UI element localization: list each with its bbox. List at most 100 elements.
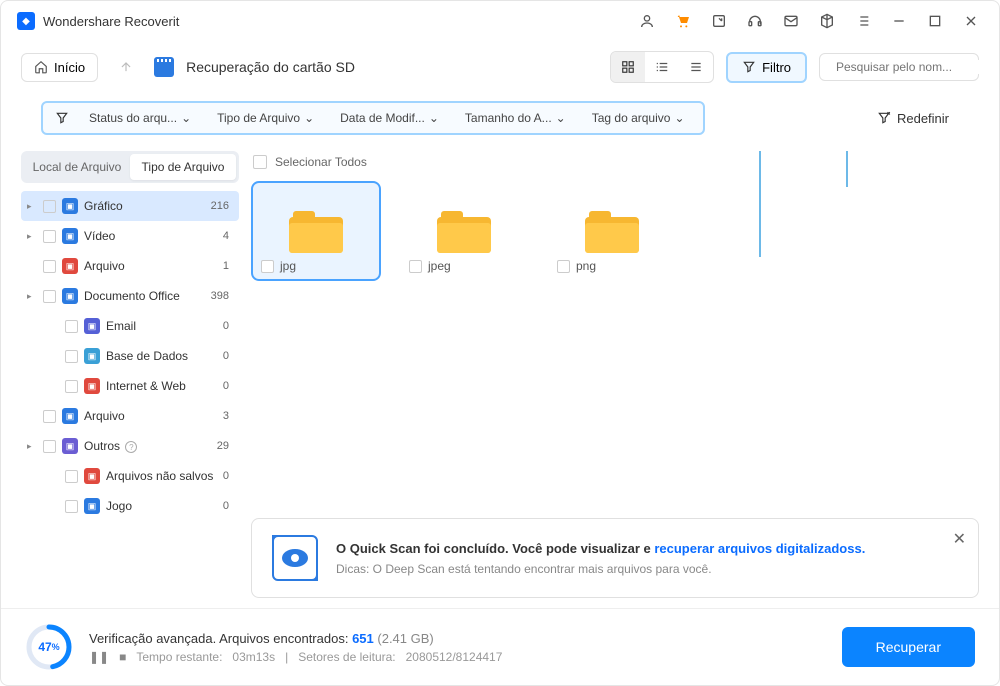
tree-item[interactable]: ▸ ▣ Outros ? 29 bbox=[21, 431, 239, 461]
chevron-down-icon: ⌄ bbox=[556, 111, 566, 125]
tree-checkbox[interactable] bbox=[43, 440, 56, 453]
tree-checkbox[interactable] bbox=[65, 470, 78, 483]
filter-type[interactable]: Tipo de Arquivo ⌄ bbox=[211, 109, 320, 127]
tree-count: 398 bbox=[211, 290, 233, 302]
select-all-label: Selecionar Todos bbox=[275, 155, 367, 169]
filter-tag[interactable]: Tag do arquivo ⌄ bbox=[586, 109, 691, 127]
tree-count: 3 bbox=[223, 410, 233, 422]
tree-label: Outros ? bbox=[84, 439, 211, 454]
list-icon[interactable] bbox=[851, 9, 875, 33]
tree-count: 0 bbox=[223, 320, 233, 332]
funnel-icon bbox=[742, 60, 756, 74]
recover-button[interactable]: Recuperar bbox=[842, 627, 975, 667]
folder-checkbox[interactable] bbox=[261, 260, 274, 273]
notice-close-icon[interactable]: ✕ bbox=[953, 529, 966, 549]
tree-item[interactable]: ▣ Arquivo 1 bbox=[21, 251, 239, 281]
filter-size[interactable]: Tamanho do A... ⌄ bbox=[459, 109, 572, 127]
tree-checkbox[interactable] bbox=[65, 350, 78, 363]
files-found-count: 651 bbox=[352, 631, 374, 646]
tree-item[interactable]: ▣ Base de Dados 0 bbox=[21, 341, 239, 371]
tree-item[interactable]: ▣ Internet & Web 0 bbox=[21, 371, 239, 401]
search-box[interactable] bbox=[819, 53, 979, 81]
chevron-down-icon: ⌄ bbox=[674, 111, 684, 125]
progress-ring: 47% bbox=[25, 623, 73, 671]
tree-label: Arquivos não salvos bbox=[106, 469, 217, 483]
export-icon[interactable] bbox=[707, 9, 731, 33]
home-icon bbox=[34, 60, 48, 74]
folder-card[interactable]: jpg bbox=[251, 181, 381, 281]
up-arrow-icon bbox=[119, 60, 133, 74]
tree-checkbox[interactable] bbox=[43, 260, 56, 273]
folder-grid: jpg jpeg png bbox=[251, 181, 979, 281]
tree-checkbox[interactable] bbox=[65, 500, 78, 513]
scan-notice: O Quick Scan foi concluído. Você pode vi… bbox=[251, 518, 979, 598]
file-type-tree: ▸ ▣ Gráfico 216 ▸ ▣ Vídeo 4 ▣ Arquivo 1 … bbox=[21, 191, 239, 608]
view-list-detail[interactable] bbox=[645, 52, 679, 82]
reset-button[interactable]: Redefinir bbox=[867, 105, 959, 132]
select-all-checkbox[interactable] bbox=[253, 155, 267, 169]
view-list[interactable] bbox=[679, 52, 713, 82]
toolbar: Início Recuperação do cartão SD Filtro bbox=[1, 41, 999, 93]
funnel-icon bbox=[55, 111, 69, 125]
home-button[interactable]: Início bbox=[21, 53, 98, 82]
maximize-icon[interactable] bbox=[923, 9, 947, 33]
category-icon: ▣ bbox=[62, 438, 78, 454]
recover-link[interactable]: recuperar arquivos digitalizadoss. bbox=[654, 541, 865, 556]
folder-checkbox[interactable] bbox=[409, 260, 422, 273]
mail-icon[interactable] bbox=[779, 9, 803, 33]
tree-checkbox[interactable] bbox=[65, 320, 78, 333]
filter-status[interactable]: Status do arqu... ⌄ bbox=[83, 109, 197, 127]
main: Local de Arquivo Tipo de Arquivo ▸ ▣ Grá… bbox=[1, 151, 999, 608]
tree-item[interactable]: ▣ Email 0 bbox=[21, 311, 239, 341]
filter-button[interactable]: Filtro bbox=[726, 52, 807, 83]
tree-checkbox[interactable] bbox=[43, 200, 56, 213]
minimize-icon[interactable] bbox=[887, 9, 911, 33]
tree-count: 0 bbox=[223, 470, 233, 482]
account-icon[interactable] bbox=[635, 9, 659, 33]
tree-checkbox[interactable] bbox=[43, 410, 56, 423]
tree-item[interactable]: ▣ Arquivo 3 bbox=[21, 401, 239, 431]
tab-type[interactable]: Tipo de Arquivo bbox=[130, 154, 236, 180]
notice-tip: Dicas: O Deep Scan está tentando encontr… bbox=[336, 562, 865, 576]
pause-button[interactable]: ❚❚ bbox=[89, 650, 109, 664]
view-grid[interactable] bbox=[611, 52, 645, 82]
category-icon: ▣ bbox=[62, 258, 78, 274]
view-switch bbox=[610, 51, 714, 83]
tree-label: Arquivo bbox=[84, 259, 217, 273]
tab-location[interactable]: Local de Arquivo bbox=[24, 154, 130, 180]
tree-item[interactable]: ▸ ▣ Gráfico 216 bbox=[21, 191, 239, 221]
scan-eye-icon bbox=[272, 535, 318, 581]
select-all-row[interactable]: Selecionar Todos bbox=[251, 151, 979, 181]
tree-count: 216 bbox=[211, 200, 233, 212]
tree-item[interactable]: ▸ ▣ Vídeo 4 bbox=[21, 221, 239, 251]
tree-item[interactable]: ▣ Jogo 0 bbox=[21, 491, 239, 521]
tree-checkbox[interactable] bbox=[43, 290, 56, 303]
up-button[interactable] bbox=[110, 51, 142, 83]
tree-label: Internet & Web bbox=[106, 379, 217, 393]
tree-checkbox[interactable] bbox=[65, 380, 78, 393]
cube-icon[interactable] bbox=[815, 9, 839, 33]
tree-checkbox[interactable] bbox=[43, 230, 56, 243]
tree-count: 4 bbox=[223, 230, 233, 242]
cart-icon[interactable] bbox=[671, 9, 695, 33]
files-found-size: (2.41 GB) bbox=[377, 631, 433, 646]
tree-item[interactable]: ▸ ▣ Documento Office 398 bbox=[21, 281, 239, 311]
tree-label: Email bbox=[106, 319, 217, 333]
annotation-arrow bbox=[846, 151, 848, 187]
filter-group: Status do arqu... ⌄ Tipo de Arquivo ⌄ Da… bbox=[41, 101, 705, 135]
close-icon[interactable] bbox=[959, 9, 983, 33]
folder-checkbox[interactable] bbox=[557, 260, 570, 273]
tree-label: Jogo bbox=[106, 499, 217, 513]
notice-text: O Quick Scan foi concluído. Você pode vi… bbox=[336, 541, 865, 576]
headset-icon[interactable] bbox=[743, 9, 767, 33]
stop-button[interactable]: ■ bbox=[119, 650, 126, 664]
category-icon: ▣ bbox=[84, 378, 100, 394]
folder-card[interactable]: jpeg bbox=[399, 181, 529, 281]
chevron-down-icon: ⌄ bbox=[304, 111, 314, 125]
folder-card[interactable]: png bbox=[547, 181, 677, 281]
tree-item[interactable]: ▣ Arquivos não salvos 0 bbox=[21, 461, 239, 491]
search-input[interactable] bbox=[836, 60, 991, 74]
filter-modified[interactable]: Data de Modif... ⌄ bbox=[334, 109, 445, 127]
folder-label: png bbox=[576, 259, 596, 273]
time-remaining: 03m13s bbox=[232, 650, 275, 664]
